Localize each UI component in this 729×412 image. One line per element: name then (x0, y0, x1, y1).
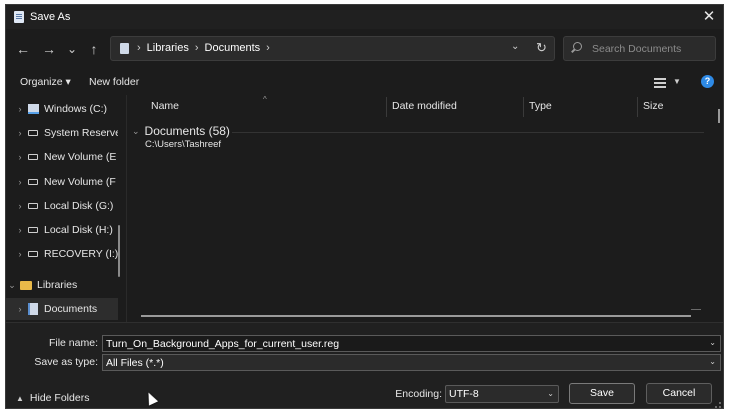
breadcrumb-separator[interactable]: › (266, 42, 270, 54)
search-input[interactable] (592, 37, 712, 60)
sidebar-item-label: Local Disk (G:) (44, 200, 114, 212)
sidebar-item-recovery-i[interactable]: › RECOVERY (I:) (6, 243, 119, 265)
sidebar-item-libraries[interactable]: ⌄ Libraries (6, 274, 110, 296)
up-button[interactable]: ↑ (85, 40, 103, 58)
chevron-right-icon[interactable]: › (6, 128, 28, 138)
help-icon[interactable]: ? (701, 75, 714, 88)
sidebar-item-new-volume-f[interactable]: › New Volume (F (6, 171, 118, 193)
sidebar-item-new-volume-e[interactable]: › New Volume (E (6, 146, 118, 168)
group-divider (232, 132, 704, 133)
encoding-value: UTF-8 (449, 388, 479, 400)
chevron-right-icon[interactable]: › (6, 177, 28, 187)
chevron-down-icon[interactable]: ⌄ (547, 389, 554, 398)
save-button[interactable]: Save (569, 383, 635, 404)
search-icon (573, 42, 582, 51)
forward-button[interactable]: → (40, 40, 58, 58)
file-name-value[interactable]: Turn_On_Background_Apps_for_current_user… (106, 338, 339, 350)
chevron-down-icon[interactable]: ⌄ (132, 126, 140, 137)
sidebar-item-documents[interactable]: › Documents (6, 298, 118, 320)
organize-button[interactable]: Organize ▾ (20, 76, 71, 88)
sidebar-item-label: Libraries (37, 279, 78, 291)
file-name-field[interactable]: Turn_On_Background_Apps_for_current_user… (102, 335, 721, 352)
group-path: C:\Users\Tashreef (145, 139, 222, 150)
hide-folders-button[interactable]: ▲ Hide Folders (16, 392, 89, 404)
sidebar-item-label: New Volume (F (44, 176, 116, 188)
sidebar-item-system-reserved[interactable]: › System Reserve (6, 122, 119, 144)
chevron-up-icon: ▲ (16, 393, 24, 403)
command-bar: Organize ▾ New folder ▼ ? (6, 71, 723, 95)
library-icon (120, 43, 129, 54)
chevron-right-icon[interactable]: › (6, 225, 28, 235)
drive-icon (28, 179, 38, 185)
vertical-scrollbar[interactable] (718, 109, 720, 123)
notepad-icon (14, 11, 24, 23)
horizontal-scrollbar[interactable] (141, 315, 691, 317)
navigation-scrollbar[interactable] (118, 225, 120, 277)
drive-icon (28, 203, 38, 209)
group-title: Documents (58) (144, 124, 230, 138)
breadcrumb-separator[interactable]: › (137, 42, 141, 54)
column-header-name[interactable]: Name (146, 97, 386, 117)
file-name-label: File name: (48, 337, 98, 349)
chevron-right-icon[interactable]: › (6, 152, 28, 162)
folder-icon (20, 280, 32, 290)
file-list: ^ Name Date modified Type Size ⌄ Documen… (127, 95, 723, 322)
sidebar-item-label: New Volume (E (44, 151, 117, 163)
sidebar-item-label: RECOVERY (I:) (44, 248, 118, 260)
close-button[interactable]: ✕ (695, 5, 723, 29)
recent-locations-button[interactable]: ⌄ (63, 40, 81, 58)
chevron-right-icon[interactable]: › (6, 304, 28, 314)
column-header-date-modified[interactable]: Date modified (387, 97, 523, 117)
sidebar-item-label: Local Disk (H:) (44, 224, 113, 236)
view-options-icon[interactable] (654, 78, 666, 88)
hide-folders-label: Hide Folders (29, 392, 90, 404)
sidebar-item-local-disk-g[interactable]: › Local Disk (G:) (6, 195, 118, 217)
drive-icon (28, 251, 38, 257)
column-header-type[interactable]: Type (524, 97, 637, 117)
breadcrumb-separator[interactable]: › (195, 42, 199, 54)
chevron-right-icon[interactable]: › (6, 201, 28, 211)
sidebar-item-local-disk-h[interactable]: › Local Disk (H:) (6, 219, 118, 241)
windows-drive-icon (28, 104, 39, 114)
address-dropdown-icon[interactable]: ⌄ (511, 41, 519, 52)
navigation-pane: › Windows (C:) › System Reserve › New Vo… (6, 95, 126, 322)
encoding-select[interactable]: UTF-8 ⌄ (445, 385, 559, 403)
save-as-dialog: Save As ✕ ← → ⌄ ↑ › Libraries › Document… (5, 4, 724, 409)
group-header[interactable]: ⌄ Documents (58) (132, 124, 230, 138)
save-as-type-select[interactable]: All Files (*.*) ⌄ (102, 354, 721, 371)
search-box[interactable] (563, 36, 716, 61)
library-icon (28, 303, 38, 315)
save-as-type-label: Save as type: (34, 356, 98, 368)
encoding-label: Encoding: (395, 388, 442, 400)
chevron-right-icon[interactable]: › (6, 249, 28, 259)
sidebar-item-label: Windows (C:) (44, 103, 108, 115)
address-bar[interactable]: › Libraries › Documents › ⌄ ↻ (110, 36, 555, 61)
breadcrumb: › Libraries › Documents › (137, 42, 270, 54)
chevron-right-icon[interactable]: › (6, 104, 28, 114)
save-as-type-value: All Files (*.*) (106, 357, 164, 369)
save-options-panel: File name: Turn_On_Background_Apps_for_c… (6, 322, 723, 408)
refresh-icon[interactable]: ↻ (536, 40, 547, 56)
sidebar-item-label: System Reserve (44, 127, 118, 139)
drive-icon (28, 154, 38, 160)
back-button[interactable]: ← (14, 40, 32, 58)
title-bar: Save As ✕ (6, 5, 723, 29)
chevron-down-icon[interactable]: ⌄ (709, 357, 716, 366)
column-header-size[interactable]: Size (638, 97, 708, 117)
cancel-button[interactable]: Cancel (646, 383, 712, 404)
chevron-down-icon[interactable]: ⌄ (6, 280, 20, 291)
new-folder-button[interactable]: New folder (89, 76, 139, 88)
chevron-down-icon[interactable]: ▼ (673, 77, 681, 86)
sidebar-item-label: Documents (44, 303, 98, 315)
sidebar-item-windows-c[interactable]: › Windows (C:) (6, 98, 118, 120)
drive-icon (28, 227, 38, 233)
breadcrumb-documents[interactable]: Documents (205, 42, 261, 54)
chevron-down-icon[interactable]: ⌄ (709, 338, 716, 347)
drive-icon (28, 130, 38, 136)
scrollbar-track-end (691, 309, 701, 310)
window-title: Save As (30, 11, 71, 23)
resize-grip[interactable] (715, 402, 721, 408)
breadcrumb-libraries[interactable]: Libraries (147, 42, 189, 54)
